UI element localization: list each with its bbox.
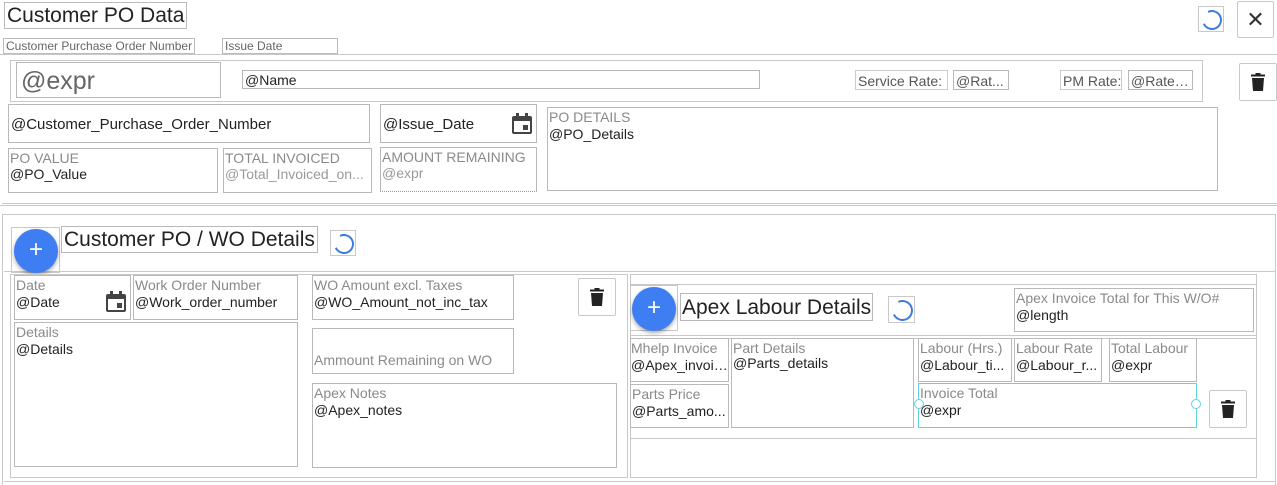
- add-wo-button[interactable]: +: [14, 229, 58, 273]
- invoice-total-wo-field[interactable]: Apex Invoice Total for This W/O# @length: [1014, 288, 1254, 332]
- trash-icon: [590, 288, 604, 306]
- amount-remaining-wo-field[interactable]: Ammount Remaining on WO: [312, 328, 514, 374]
- invoice-total-wo-label: Apex Invoice Total for This W/O#: [1016, 291, 1220, 306]
- pm-rate-value: @Rate_...: [1131, 73, 1191, 89]
- resize-handle-right[interactable]: [1191, 399, 1201, 409]
- total-labour-label: Total Labour: [1111, 341, 1189, 356]
- invoice-total-value: @expr: [920, 402, 962, 418]
- wo-amount-field[interactable]: WO Amount excl. Taxes @WO_Amount_not_inc…: [312, 275, 514, 320]
- date-label: Date: [16, 278, 46, 293]
- po-value-field[interactable]: PO VALUE @PO_Value: [8, 148, 218, 193]
- po-details-value: @PO_Details: [549, 126, 635, 142]
- service-rate-label: Service Rate:: [855, 70, 948, 90]
- amount-remaining-value: @expr: [382, 165, 424, 181]
- close-button[interactable]: ✕: [1237, 1, 1274, 38]
- parts-price-label: Parts Price: [632, 387, 701, 402]
- wo-amount-label: WO Amount excl. Taxes: [314, 278, 463, 293]
- close-icon: ✕: [1246, 7, 1265, 32]
- part-details-value: @Parts_details: [733, 355, 829, 371]
- loading-spinner-icon: [1198, 6, 1225, 33]
- details-field[interactable]: Details @Details: [14, 322, 298, 467]
- total-invoiced-field[interactable]: TOTAL INVOICED @Total_Invoiced_on...: [223, 148, 372, 193]
- po-details-field[interactable]: PO DETAILS @PO_Details: [547, 107, 1218, 191]
- resize-handle-left[interactable]: [914, 399, 924, 409]
- date-value: @Date: [16, 294, 60, 310]
- po-value-label: PO VALUE: [10, 151, 79, 166]
- wo-section-title: Customer PO / WO Details: [61, 226, 318, 253]
- labour-rate-label: Labour Rate: [1016, 341, 1094, 356]
- expr-field[interactable]: @expr: [16, 62, 221, 98]
- delete-wo-button[interactable]: [578, 278, 616, 316]
- add-labour-button[interactable]: +: [632, 287, 676, 331]
- work-order-number-label: Work Order Number: [135, 278, 261, 293]
- issue-date-value: @Issue_Date: [383, 117, 475, 133]
- pm-rate-label: PM Rate:: [1060, 70, 1122, 90]
- labour-title: Apex Labour Details: [680, 293, 874, 321]
- details-label: Details: [16, 325, 59, 340]
- mhelp-invoice-field[interactable]: Mhelp Invoice @Apex_invoice: [630, 338, 729, 382]
- labour-hrs-label: Labour (Hrs.): [920, 341, 1003, 356]
- loading-spinner-icon: [330, 230, 357, 257]
- page-title: Customer PO Data: [4, 2, 188, 29]
- amount-remaining-wo-label: Ammount Remaining on WO: [314, 353, 493, 368]
- delete-po-button[interactable]: [1239, 63, 1277, 101]
- divider: [0, 205, 1277, 206]
- customer-po-number-value: @Customer_Purchase_Order_Number: [11, 117, 272, 133]
- details-value: @Details: [16, 341, 74, 357]
- labour-rate-value: @Labour_r...: [1016, 357, 1098, 373]
- part-details-label: Part Details: [733, 341, 806, 356]
- service-rate-label-text: Service Rate:: [858, 73, 943, 89]
- expr-value: @expr: [21, 67, 96, 95]
- divider: [4, 271, 1275, 272]
- parts-price-value: @Parts_amo...: [632, 403, 726, 419]
- apex-notes-field[interactable]: Apex Notes @Apex_notes: [312, 383, 617, 468]
- part-details-field[interactable]: Part Details @Parts_details: [731, 338, 914, 428]
- name-value: @Name: [245, 72, 297, 88]
- pm-rate-field[interactable]: @Rate_...: [1128, 70, 1193, 90]
- calendar-icon[interactable]: [105, 291, 127, 313]
- column-header-issue-date: Issue Date: [222, 38, 338, 54]
- trash-icon: [1221, 400, 1235, 418]
- labour-rate-field[interactable]: Labour Rate @Labour_r...: [1014, 338, 1102, 382]
- customer-po-number-field[interactable]: @Customer_Purchase_Order_Number: [8, 104, 370, 143]
- service-rate-field[interactable]: @Rat...: [953, 70, 1009, 90]
- calendar-icon[interactable]: [511, 113, 533, 135]
- labour-hrs-field[interactable]: Labour (Hrs.) @Labour_ti...: [918, 338, 1012, 382]
- delete-labour-button[interactable]: [1209, 390, 1247, 428]
- work-order-number-value: @Work_order_number: [135, 294, 278, 310]
- labour-hrs-value: @Labour_ti...: [920, 357, 1005, 373]
- po-value: @PO_Value: [10, 166, 87, 182]
- mhelp-invoice-label: Mhelp Invoice: [631, 341, 718, 356]
- po-details-label: PO DETAILS: [549, 110, 631, 125]
- issue-date-field[interactable]: @Issue_Date: [380, 104, 537, 143]
- pm-rate-label-text: PM Rate:: [1063, 73, 1122, 89]
- amount-remaining-label: AMOUNT REMAINING: [382, 150, 526, 165]
- total-labour-field[interactable]: Total Labour @expr: [1109, 338, 1197, 382]
- divider: [4, 481, 1275, 482]
- wo-amount-value: @WO_Amount_not_inc_tax: [314, 294, 488, 310]
- loading-spinner-icon: [888, 296, 916, 324]
- service-rate-value: @Rat...: [956, 73, 1004, 89]
- work-order-number-field[interactable]: Work Order Number @Work_order_number: [133, 275, 298, 320]
- total-labour-value: @expr: [1111, 357, 1153, 373]
- column-header-po-number: Customer Purchase Order Number: [3, 38, 196, 54]
- amount-remaining-field[interactable]: AMOUNT REMAINING @expr: [380, 147, 537, 192]
- parts-price-field[interactable]: Parts Price @Parts_amo...: [630, 384, 729, 428]
- invoice-total-wo-value: @length: [1016, 307, 1069, 323]
- apex-notes-label: Apex Notes: [314, 386, 387, 401]
- name-field[interactable]: @Name: [242, 70, 760, 89]
- date-field[interactable]: Date @Date: [14, 275, 131, 320]
- invoice-total-field[interactable]: Invoice Total @expr: [918, 383, 1197, 428]
- apex-notes-value: @Apex_notes: [314, 402, 403, 418]
- invoice-total-label: Invoice Total: [920, 386, 998, 401]
- divider: [0, 54, 1277, 55]
- total-invoiced-value: @Total_Invoiced_on...: [225, 166, 364, 182]
- trash-icon: [1251, 73, 1265, 91]
- mhelp-invoice-value: @Apex_invoice: [631, 357, 728, 373]
- total-invoiced-label: TOTAL INVOICED: [225, 151, 340, 166]
